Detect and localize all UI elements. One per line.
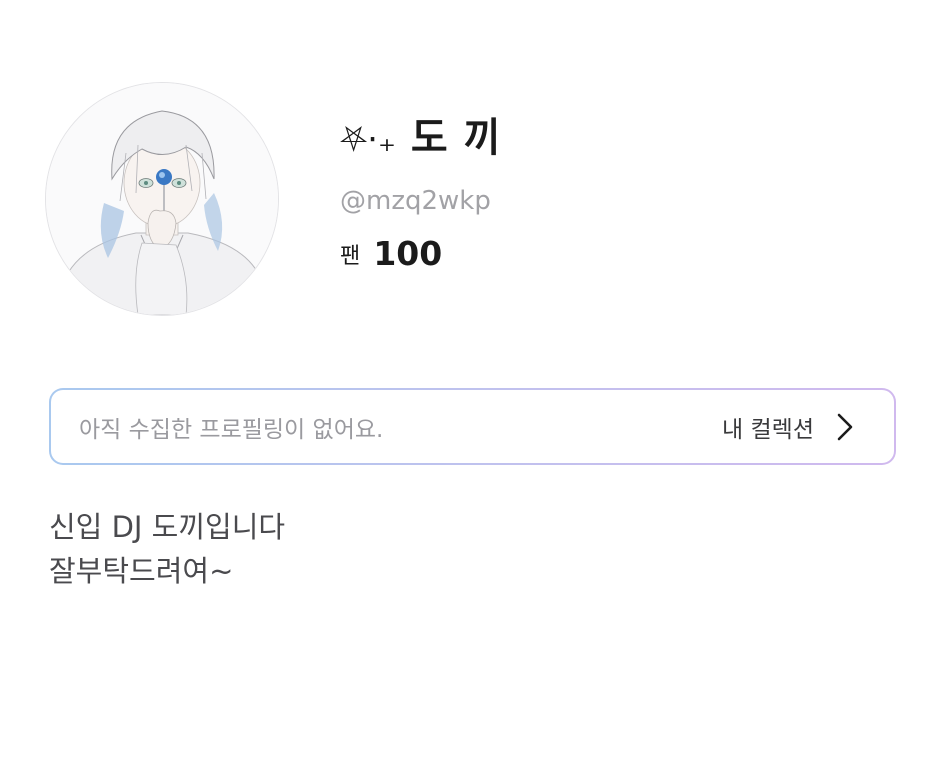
avatar[interactable] xyxy=(45,82,279,316)
user-handle: @mzq2wkp xyxy=(340,186,491,216)
name-text: 도 끼 xyxy=(410,115,502,161)
collection-empty-text: 아직 수집한 프로필링이 없어요. xyxy=(79,416,384,443)
bio-line: 신입 DJ 도끼입니다 xyxy=(49,510,286,544)
fans-count: 100 xyxy=(373,234,443,273)
bio-line: 잘부탁드려여~ xyxy=(49,554,234,588)
display-name: ⛧⋅₊ 도 끼 xyxy=(340,108,501,170)
my-collection-link[interactable]: 내 컬렉션 xyxy=(722,410,814,444)
collection-button[interactable]: 아직 수집한 프로필링이 없어요. 내 컬렉션 xyxy=(49,388,896,465)
name-decoration: ⛧⋅₊ xyxy=(340,120,396,160)
fans-label: 팬 xyxy=(340,244,361,269)
avatar-illustration-icon xyxy=(46,83,278,315)
chevron-right-icon[interactable] xyxy=(836,412,854,442)
fan-count: 팬 100 xyxy=(340,234,501,280)
collection-inner: 아직 수집한 프로필링이 없어요. 내 컬렉션 xyxy=(51,390,894,463)
profile-info: ⛧⋅₊ 도 끼 @mzq2wkp 팬 100 xyxy=(340,108,501,280)
bio: 신입 DJ 도끼입니다 잘부탁드려여~ xyxy=(49,505,285,593)
